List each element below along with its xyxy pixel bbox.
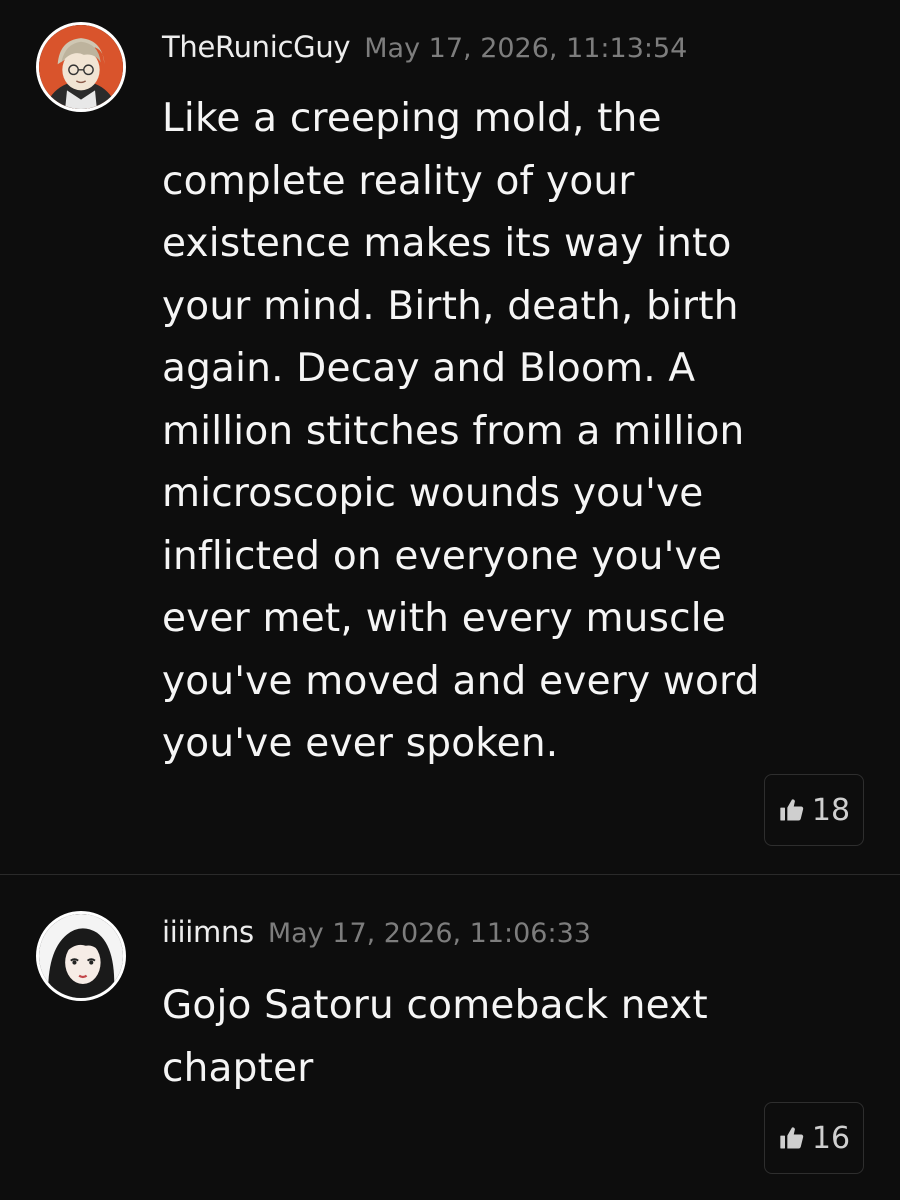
- username-link[interactable]: TheRunicGuy: [162, 30, 351, 64]
- anime-avatar-icon: [39, 914, 123, 998]
- like-count: 18: [811, 792, 851, 828]
- thumbs-up-icon: [780, 799, 804, 821]
- comment-meta: TheRunicGuy May 17, 2026, 11:13:54: [162, 30, 687, 64]
- user-avatar[interactable]: [36, 22, 126, 112]
- comment-body: Like a creeping mold, the complete reali…: [162, 96, 760, 766]
- comment-timestamp: May 17, 2026, 11:13:54: [364, 33, 688, 64]
- username-link[interactable]: iiiimns: [162, 915, 254, 949]
- thumbs-up-icon: [780, 1127, 804, 1149]
- anime-avatar-icon: [39, 25, 123, 109]
- like-button[interactable]: 16: [764, 1102, 864, 1174]
- comment-timestamp: May 17, 2026, 11:06:33: [267, 918, 591, 949]
- comment-body: Gojo Satoru comeback next chapter: [162, 983, 708, 1091]
- like-count: 16: [811, 1120, 851, 1156]
- user-avatar[interactable]: [36, 911, 126, 1001]
- comment-item: TheRunicGuy May 17, 2026, 11:13:54 Like a…: [0, 0, 900, 874]
- comment-item: iiiimns May 17, 2026, 11:06:33 Gojo Sator…: [0, 875, 900, 1200]
- comment-meta: iiiimns May 17, 2026, 11:06:33: [162, 915, 591, 949]
- like-button[interactable]: 18: [764, 774, 864, 846]
